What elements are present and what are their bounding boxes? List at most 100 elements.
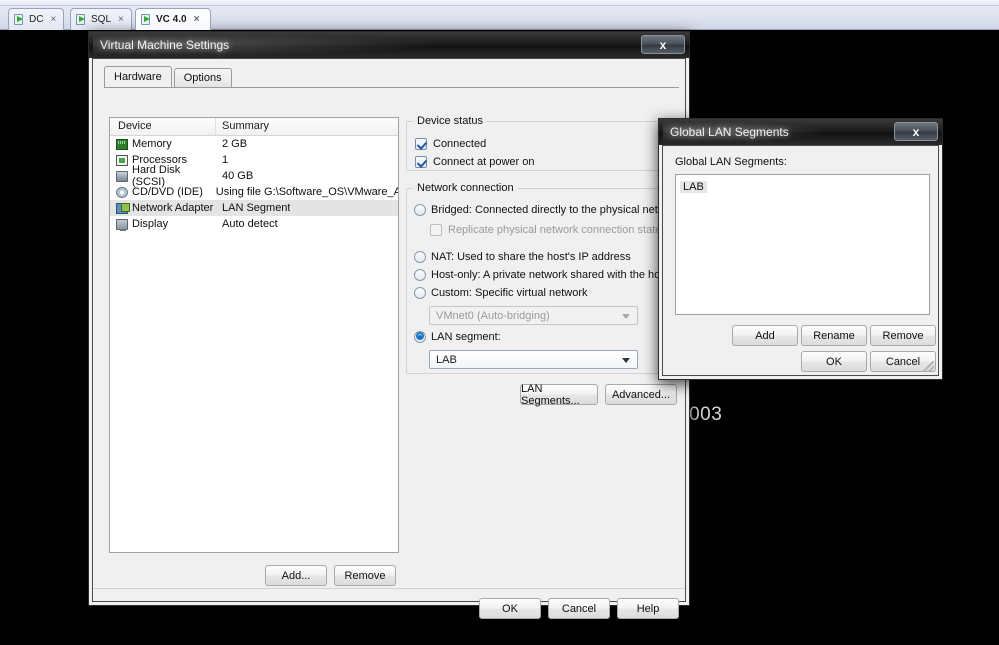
help-button[interactable]: Help — [617, 598, 679, 619]
display-icon — [116, 218, 128, 231]
button-label: Help — [636, 602, 660, 615]
close-icon[interactable]: × — [118, 14, 124, 25]
radio-nat[interactable]: NAT: Used to share the host's IP address — [414, 251, 631, 263]
table-row[interactable]: Display Auto detect — [110, 216, 398, 232]
checkbox-label: Replicate physical network connection st… — [448, 224, 662, 236]
radio-label: LAN segment: — [431, 331, 501, 343]
tab-underline — [104, 87, 679, 88]
checkbox-label: Connected — [433, 138, 487, 150]
host-tab-label: SQL — [91, 14, 112, 25]
memory-icon — [116, 138, 128, 150]
network-connection-legend: Network connection — [413, 182, 518, 194]
list-item[interactable]: LAB — [680, 179, 929, 194]
checkbox-icon — [430, 224, 442, 236]
radio-custom[interactable]: Custom: Specific virtual network — [414, 287, 588, 299]
radio-icon — [414, 331, 426, 343]
tab-hardware[interactable]: Hardware — [104, 66, 172, 87]
replicate-physical-state-checkbox: Replicate physical network connection st… — [430, 224, 661, 236]
button-label: Add — [755, 329, 775, 342]
vm-play-icon — [76, 14, 87, 25]
global-lan-list[interactable]: LAB — [675, 174, 930, 315]
button-label: Cancel — [561, 602, 597, 615]
button-label: Rename — [813, 329, 855, 342]
device-name: Hard Disk (SCSI) — [132, 164, 181, 188]
toolbar-rule — [0, 0, 999, 6]
checkbox-icon — [415, 138, 427, 150]
list-item-label: LAB — [680, 180, 707, 193]
table-row[interactable]: Network Adapter LAN Segment — [110, 200, 398, 216]
rename-segment-button[interactable]: Rename — [801, 325, 867, 346]
resize-grip-icon[interactable] — [923, 361, 934, 372]
button-label: Remove — [882, 329, 924, 342]
vm-settings-titlebar[interactable]: Virtual Machine Settings x — [89, 32, 689, 58]
ok-button[interactable]: OK — [479, 598, 541, 619]
table-row[interactable]: CD/DVD (IDE) Using file G:\Software_OS\V… — [110, 184, 398, 200]
remove-device-button[interactable]: Remove — [334, 565, 396, 586]
combobox-value: LAB — [436, 353, 457, 366]
radio-bridged[interactable]: Bridged: Connected directly to the physi… — [414, 204, 681, 216]
harddisk-icon — [116, 170, 128, 182]
device-summary: Auto detect — [222, 218, 278, 230]
host-tab-sql[interactable]: SQL × — [70, 8, 132, 30]
vm-play-icon — [141, 14, 152, 25]
column-header-device: Device — [110, 118, 216, 135]
ok-button[interactable]: OK — [801, 351, 867, 372]
global-lan-title: Global LAN Segments — [670, 125, 789, 139]
lan-segment-combobox[interactable]: LAB — [429, 350, 638, 369]
combobox-value: VMnet0 (Auto-bridging) — [436, 309, 550, 322]
table-row[interactable]: Hard Disk (SCSI) 40 GB — [110, 164, 398, 188]
close-icon[interactable]: x — [641, 35, 685, 54]
connect-at-power-on-checkbox[interactable]: Connect at power on — [415, 156, 535, 168]
radio-icon — [414, 251, 426, 263]
advanced-button[interactable]: Advanced... — [605, 384, 677, 405]
chevron-down-icon — [622, 358, 630, 363]
radio-label: NAT: Used to share the host's IP address — [431, 251, 631, 263]
device-summary: Using file G:\Software_OS\VMware_A... — [215, 186, 398, 198]
radio-label: Bridged: Connected directly to the physi… — [431, 204, 682, 216]
host-tab-dc[interactable]: DC × — [8, 8, 64, 30]
device-status-legend: Device status — [413, 115, 488, 127]
connected-checkbox[interactable]: Connected — [415, 138, 486, 150]
device-list-header: Device Summary — [110, 118, 398, 136]
button-label: OK — [826, 355, 842, 368]
table-row[interactable]: Memory 2 GB — [110, 136, 398, 152]
button-label: Advanced... — [611, 388, 671, 401]
close-icon[interactable]: × — [194, 14, 200, 25]
vm-play-icon — [14, 14, 25, 25]
button-label: Add... — [281, 569, 311, 582]
checkbox-label: Connect at power on — [433, 156, 535, 168]
device-summary: 40 GB — [222, 170, 254, 182]
global-lan-titlebar[interactable]: Global LAN Segments x — [659, 119, 942, 145]
add-device-button[interactable]: Add... — [265, 565, 327, 586]
footer-divider — [93, 588, 685, 589]
host-tab-label: VC 4.0 — [156, 14, 187, 25]
chevron-down-icon — [622, 314, 630, 319]
device-name: Memory — [132, 138, 172, 150]
device-list[interactable]: Device Summary Memory 2 GB Processors 1 … — [109, 117, 399, 553]
cpu-icon — [116, 154, 128, 166]
custom-network-combobox: VMnet0 (Auto-bridging) — [429, 306, 638, 325]
device-name: Display — [132, 218, 169, 230]
button-label: Cancel — [885, 355, 921, 368]
radio-icon — [414, 269, 426, 281]
close-icon[interactable]: x — [894, 122, 938, 141]
lan-segments-button[interactable]: LAN Segments... — [520, 382, 598, 407]
add-segment-button[interactable]: Add — [732, 325, 798, 346]
radio-lan-segment[interactable]: LAN segment: — [414, 331, 501, 343]
radio-label: Host-only: A private network shared with… — [431, 269, 669, 281]
vm-settings-tabs: Hardware Options — [104, 66, 232, 87]
global-lan-body: Global LAN Segments: LAB Add Rename Remo… — [662, 145, 939, 376]
cancel-button[interactable]: Cancel — [548, 598, 610, 619]
tab-options[interactable]: Options — [173, 68, 232, 87]
button-label: LAN Segments... — [521, 382, 580, 407]
device-summary: 2 GB — [222, 138, 248, 150]
host-tab-vc40[interactable]: VC 4.0 × — [135, 8, 211, 30]
global-lan-list-label: Global LAN Segments: — [675, 156, 787, 168]
close-icon[interactable]: × — [50, 14, 56, 25]
host-tab-strip: DC × SQL × VC 4.0 × — [0, 0, 999, 30]
button-label: OK — [502, 602, 518, 615]
radio-host-only[interactable]: Host-only: A private network shared with… — [414, 269, 669, 281]
remove-segment-button[interactable]: Remove — [870, 325, 936, 346]
column-header-summary: Summary — [222, 120, 270, 132]
radio-icon — [414, 287, 426, 299]
